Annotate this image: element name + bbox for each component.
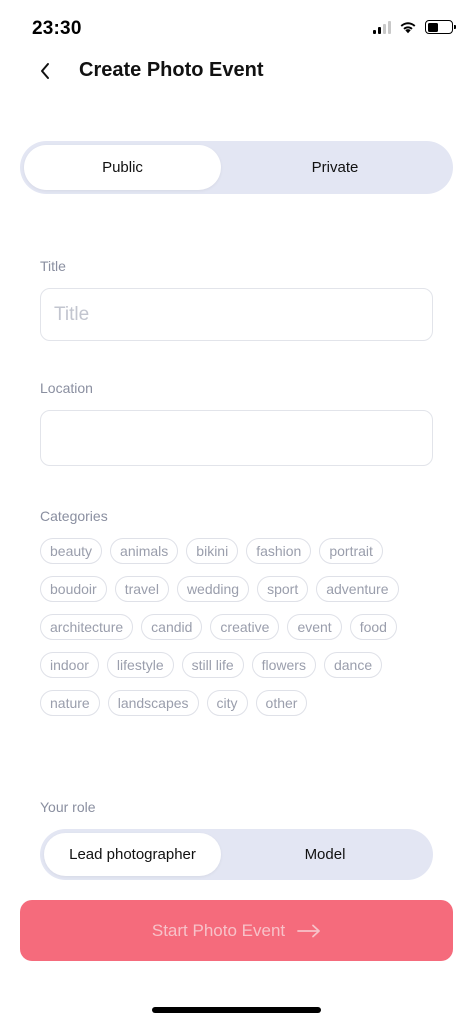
- arrow-right-icon: [297, 924, 321, 937]
- title-label: Title: [40, 258, 66, 274]
- category-chip-beauty[interactable]: beauty: [40, 538, 103, 564]
- battery-level-fill: [427, 22, 438, 32]
- role-toggle: Lead photographer Model: [40, 829, 433, 880]
- back-button[interactable]: [30, 56, 60, 86]
- visibility-toggle: Public Private: [20, 141, 453, 194]
- home-indicator: [152, 1007, 321, 1013]
- status-bar: 23:30: [0, 0, 473, 56]
- role-label: Your role: [40, 799, 96, 815]
- nav-bar: Create Photo Event: [0, 52, 473, 92]
- category-chip-portrait[interactable]: portrait: [319, 538, 383, 564]
- cellular-signal-icon: [373, 20, 391, 34]
- category-chip-lifestyle[interactable]: lifestyle: [106, 652, 174, 678]
- category-chip-boudoir[interactable]: boudoir: [40, 576, 107, 602]
- page-title: Create Photo Event: [79, 59, 264, 81]
- category-chip-adventure[interactable]: adventure: [316, 576, 399, 602]
- location-label: Location: [40, 380, 93, 396]
- category-chip-candid[interactable]: candid: [141, 614, 203, 640]
- category-chip-fashion[interactable]: fashion: [246, 538, 312, 564]
- status-time: 23:30: [32, 18, 82, 39]
- chevron-left-icon: [41, 63, 49, 79]
- category-chip-sport[interactable]: sport: [257, 576, 309, 602]
- category-chip-event[interactable]: event: [287, 614, 342, 640]
- visibility-option-private[interactable]: Private: [221, 145, 449, 190]
- category-chip-architecture[interactable]: architecture: [40, 614, 134, 640]
- title-input[interactable]: [40, 288, 433, 341]
- category-chips: beauty animals bikini fashion portrait b…: [40, 538, 440, 716]
- role-option-lead-photographer[interactable]: Lead photographer: [44, 833, 221, 876]
- category-chip-other[interactable]: other: [255, 690, 308, 716]
- category-chip-creative[interactable]: creative: [210, 614, 280, 640]
- visibility-option-public[interactable]: Public: [24, 145, 221, 190]
- category-chip-wedding[interactable]: wedding: [176, 576, 250, 602]
- category-chip-flowers[interactable]: flowers: [251, 652, 316, 678]
- start-photo-event-button[interactable]: Start Photo Event: [20, 900, 453, 961]
- category-chip-bikini[interactable]: bikini: [186, 538, 239, 564]
- category-chip-landscapes[interactable]: landscapes: [107, 690, 199, 716]
- category-chip-food[interactable]: food: [349, 614, 397, 640]
- role-option-model[interactable]: Model: [221, 833, 429, 876]
- category-chip-indoor[interactable]: indoor: [40, 652, 99, 678]
- category-chip-travel[interactable]: travel: [114, 576, 169, 602]
- category-chip-nature[interactable]: nature: [40, 690, 100, 716]
- location-input[interactable]: [40, 410, 433, 466]
- category-chip-city[interactable]: city: [206, 690, 248, 716]
- status-icons: [373, 20, 456, 34]
- category-chip-dance[interactable]: dance: [323, 652, 383, 678]
- wifi-icon: [400, 22, 416, 34]
- start-button-label: Start Photo Event: [151, 920, 286, 940]
- category-chip-still-life[interactable]: still life: [181, 652, 244, 678]
- battery-icon: [425, 20, 456, 34]
- category-chip-animals[interactable]: animals: [110, 538, 179, 564]
- categories-label: Categories: [40, 508, 108, 524]
